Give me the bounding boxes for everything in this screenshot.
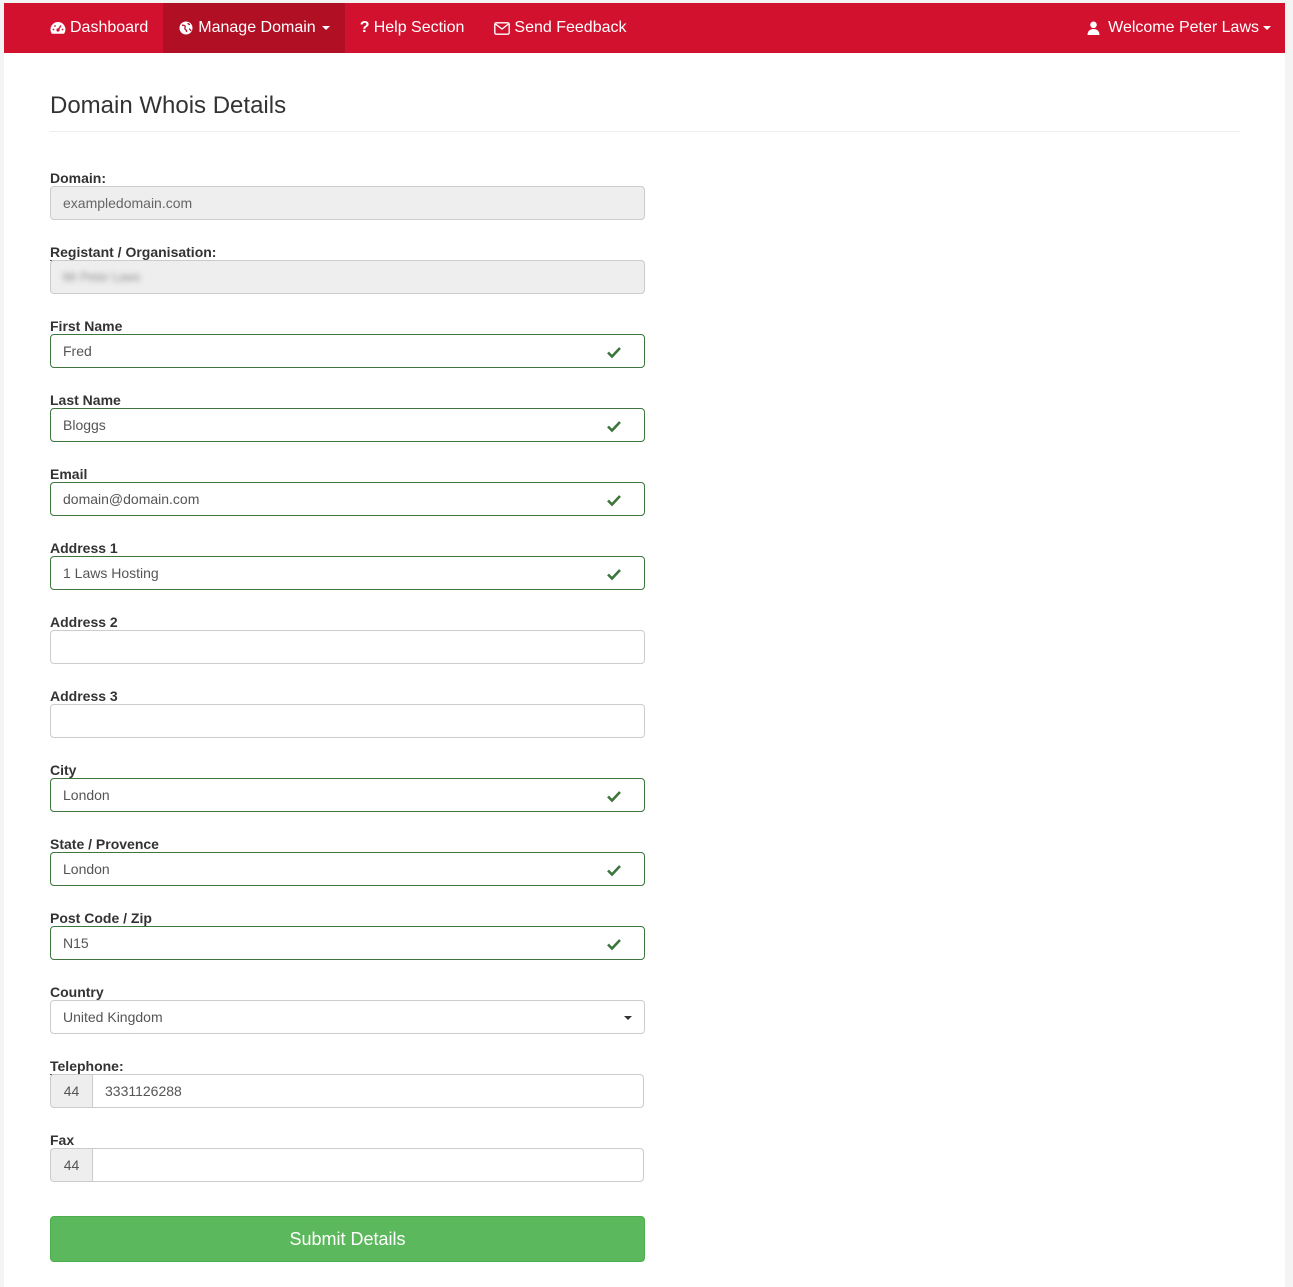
address1-label: Address 1 bbox=[50, 540, 118, 556]
country-value: United Kingdom bbox=[63, 1009, 163, 1025]
envelope-icon bbox=[494, 20, 511, 36]
telephone-value: 3331126288 bbox=[105, 1083, 182, 1099]
check-icon bbox=[607, 495, 621, 507]
telephone-input-group: 44 3331126288 bbox=[50, 1074, 644, 1108]
domain-label: Domain: bbox=[50, 170, 106, 186]
registrant-field: Mr Peter Laws bbox=[50, 260, 645, 294]
check-icon bbox=[607, 347, 621, 359]
check-icon bbox=[607, 939, 621, 951]
domain-value: exampledomain.com bbox=[63, 195, 193, 211]
nav-send-feedback-label: Send Feedback bbox=[514, 19, 627, 36]
state-value: London bbox=[63, 861, 110, 877]
city-label: City bbox=[50, 762, 77, 778]
main-content: Domain Whois Details Domain: exampledoma… bbox=[50, 53, 1240, 1266]
nav-manage-domain-label: Manage Domain bbox=[198, 19, 316, 36]
whois-form: Domain: exampledomain.com Registant / Or… bbox=[50, 170, 645, 1266]
city-group: City London bbox=[50, 762, 645, 836]
first-name-group: First Name Fred bbox=[50, 318, 645, 392]
first-name-label: First Name bbox=[50, 318, 123, 334]
fax-group: Fax 44 bbox=[50, 1132, 645, 1206]
title-divider bbox=[50, 131, 1240, 132]
state-input[interactable]: London bbox=[50, 852, 645, 886]
submit-button[interactable]: Submit Details bbox=[50, 1216, 645, 1262]
submit-row: Submit Details bbox=[50, 1206, 645, 1266]
last-name-value: Bloggs bbox=[63, 417, 106, 433]
fax-input-group: 44 bbox=[50, 1148, 644, 1182]
email-label: Email bbox=[50, 466, 88, 482]
email-value: domain@domain.com bbox=[63, 491, 200, 507]
check-icon bbox=[607, 865, 621, 877]
nav-send-feedback[interactable]: Send Feedback bbox=[479, 3, 641, 53]
country-select[interactable]: United Kingdom bbox=[50, 1000, 645, 1034]
telephone-input[interactable]: 3331126288 bbox=[92, 1074, 644, 1108]
dashboard-icon bbox=[50, 20, 66, 36]
country-label: Country bbox=[50, 984, 104, 1000]
nav-manage-domain[interactable]: Manage Domain bbox=[163, 3, 345, 53]
city-value: London bbox=[63, 787, 110, 803]
chevron-down-icon bbox=[321, 26, 330, 30]
check-icon bbox=[607, 569, 621, 581]
address1-input[interactable]: 1 Laws Hosting bbox=[50, 556, 645, 590]
address2-label: Address 2 bbox=[50, 614, 118, 630]
check-icon bbox=[607, 421, 621, 433]
globe-icon bbox=[178, 20, 194, 36]
nav-help-section-label: Help Section bbox=[373, 19, 465, 36]
state-label: State / Provence bbox=[50, 836, 159, 852]
page-title: Domain Whois Details bbox=[50, 92, 287, 119]
address1-group: Address 1 1 Laws Hosting bbox=[50, 540, 645, 614]
fax-input[interactable] bbox=[92, 1148, 644, 1182]
registrant-group: Registant / Organisation: Mr Peter Laws bbox=[50, 244, 645, 318]
nav-dashboard[interactable]: Dashboard bbox=[4, 3, 163, 53]
email-input[interactable]: domain@domain.com bbox=[50, 482, 645, 516]
address3-label: Address 3 bbox=[50, 688, 118, 704]
postcode-label: Post Code / Zip bbox=[50, 910, 152, 926]
telephone-group: Telephone: 44 3331126288 bbox=[50, 1058, 645, 1132]
address2-group: Address 2 bbox=[50, 614, 645, 688]
postcode-input[interactable]: N15 bbox=[50, 926, 645, 960]
first-name-value: Fred bbox=[63, 343, 92, 359]
question-icon: ? bbox=[359, 19, 370, 36]
address1-value: 1 Laws Hosting bbox=[63, 565, 159, 581]
registrant-label: Registant / Organisation: bbox=[50, 244, 217, 261]
postcode-value: N15 bbox=[63, 935, 89, 951]
address3-group: Address 3 bbox=[50, 688, 645, 762]
email-group: Email domain@domain.com bbox=[50, 466, 645, 540]
domain-field: exampledomain.com bbox=[50, 186, 645, 220]
top-navbar: Dashboard Manage Domain ? Help Section S… bbox=[4, 3, 1285, 53]
chevron-down-icon bbox=[1263, 26, 1271, 30]
telephone-country-code: 44 bbox=[50, 1074, 92, 1108]
state-group: State / Provence London bbox=[50, 836, 645, 910]
telephone-label: Telephone: bbox=[50, 1058, 124, 1075]
address3-input[interactable] bbox=[50, 704, 645, 738]
domain-group: Domain: exampledomain.com bbox=[50, 170, 645, 244]
fax-country-code: 44 bbox=[50, 1148, 92, 1182]
city-input[interactable]: London bbox=[50, 778, 645, 812]
country-group: Country United Kingdom bbox=[50, 984, 645, 1058]
user-welcome-label: Welcome Peter Laws bbox=[1108, 19, 1259, 36]
nav-dashboard-label: Dashboard bbox=[70, 19, 149, 36]
fax-label: Fax bbox=[50, 1132, 75, 1148]
last-name-group: Last Name Bloggs bbox=[50, 392, 645, 466]
select-caret-icon bbox=[624, 1016, 632, 1020]
address2-input[interactable] bbox=[50, 630, 645, 664]
first-name-input[interactable]: Fred bbox=[50, 334, 645, 368]
page-container: Dashboard Manage Domain ? Help Section S… bbox=[4, 3, 1285, 1287]
check-icon bbox=[607, 791, 621, 803]
nav-help-section[interactable]: ? Help Section bbox=[345, 3, 480, 53]
user-menu[interactable]: Welcome Peter Laws bbox=[1087, 3, 1271, 53]
last-name-label: Last Name bbox=[50, 392, 121, 408]
last-name-input[interactable]: Bloggs bbox=[50, 408, 645, 442]
postcode-group: Post Code / Zip N15 bbox=[50, 910, 645, 984]
registrant-value: Mr Peter Laws bbox=[63, 270, 141, 284]
user-icon bbox=[1087, 21, 1100, 35]
